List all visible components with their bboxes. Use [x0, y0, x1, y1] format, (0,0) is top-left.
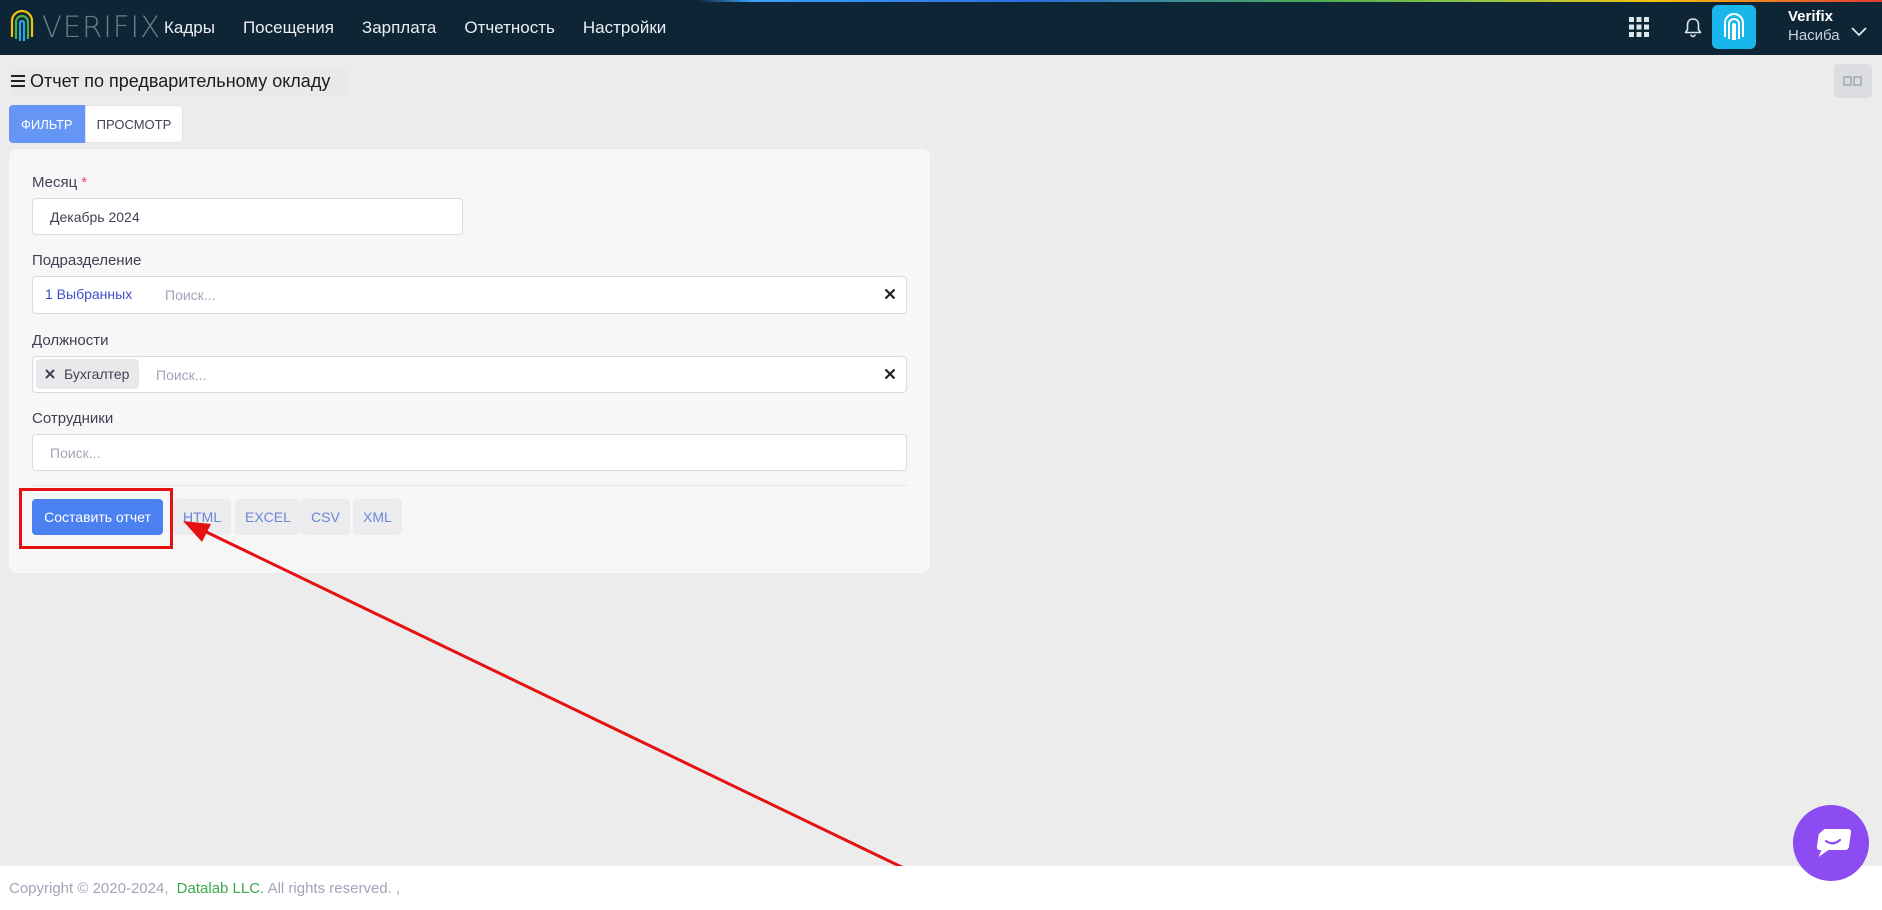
close-icon[interactable] [44, 368, 56, 380]
close-icon[interactable] [884, 368, 896, 380]
nav-item-settings[interactable]: Настройки [583, 18, 666, 38]
main-nav: Кадры Посещения Зарплата Отчетность Наст… [164, 0, 694, 55]
month-label-text: Месяц [32, 174, 78, 191]
close-icon[interactable] [884, 288, 896, 300]
tab-preview[interactable]: ПРОСМОТР [84, 105, 184, 143]
page-header: Отчет по предварительному окладу [10, 66, 347, 96]
html-button[interactable]: HTML [173, 499, 232, 535]
nav-item-reports[interactable]: Отчетность [464, 18, 555, 38]
footer-rights: All rights reserved. , [267, 880, 401, 897]
required-mark: * [81, 174, 88, 191]
nav-item-attendance[interactable]: Посещения [243, 18, 334, 38]
fingerprint-logo-icon [10, 9, 34, 41]
page-title: Отчет по предварительному окладу [30, 70, 331, 91]
employees-search-input[interactable] [48, 444, 892, 462]
month-field[interactable] [32, 198, 463, 235]
position-chip[interactable]: Бухгалтер [36, 359, 140, 389]
layout-toggle-button[interactable] [1834, 64, 1872, 98]
bell-icon[interactable] [1682, 16, 1704, 38]
division-search-input[interactable] [163, 286, 867, 304]
avatar[interactable] [1712, 5, 1756, 49]
division-label: Подразделение [32, 252, 142, 269]
month-input[interactable] [48, 208, 452, 226]
csv-button[interactable]: CSV [301, 499, 350, 535]
tab-filter[interactable]: ФИЛЬТР [9, 105, 85, 143]
annotation-highlight-box [19, 488, 173, 549]
view-tabs: ФИЛЬТР ПРОСМОТР [9, 105, 184, 143]
user-menu[interactable]: Verifix Насиба [1788, 8, 1882, 46]
positions-search-input[interactable] [154, 366, 858, 384]
chevron-down-icon [1851, 27, 1867, 37]
chat-icon [1816, 829, 1851, 857]
footer-copyright: Copyright © 2020-2024, [9, 880, 169, 897]
fingerprint-avatar-icon [1724, 13, 1744, 40]
top-navbar: VERIFIX Кадры Посещения Зарплата Отчетно… [0, 0, 1882, 55]
position-chip-label: Бухгалтер [64, 366, 130, 382]
logo-text: VERIFIX [42, 10, 161, 44]
positions-label: Должности [32, 332, 109, 349]
division-field[interactable]: 1 Выбранных [32, 276, 907, 314]
footer-company-link[interactable]: Datalab LLC. [177, 880, 265, 897]
division-selected-count[interactable]: 1 Выбранных [45, 286, 132, 302]
footer-text: Copyright © 2020-2024, Datalab LLC. All … [9, 880, 400, 897]
logo[interactable]: VERIFIX [8, 7, 161, 47]
positions-field[interactable]: Бухгалтер [32, 356, 907, 393]
nav-item-salary[interactable]: Зарплата [362, 18, 436, 38]
layout-toggle-icon [1843, 76, 1862, 86]
divider [32, 485, 907, 486]
footer: Copyright © 2020-2024, Datalab LLC. All … [0, 866, 1882, 910]
hamburger-menu-icon[interactable] [10, 74, 26, 88]
month-label: Месяц * [32, 174, 87, 191]
xml-button[interactable]: XML [353, 499, 402, 535]
apps-grid-icon[interactable] [1629, 17, 1649, 37]
nav-item-hr[interactable]: Кадры [164, 18, 215, 38]
chat-button[interactable] [1793, 805, 1869, 881]
excel-button[interactable]: EXCEL [235, 499, 301, 535]
employees-field[interactable] [32, 434, 907, 471]
employees-label: Сотрудники [32, 410, 114, 427]
